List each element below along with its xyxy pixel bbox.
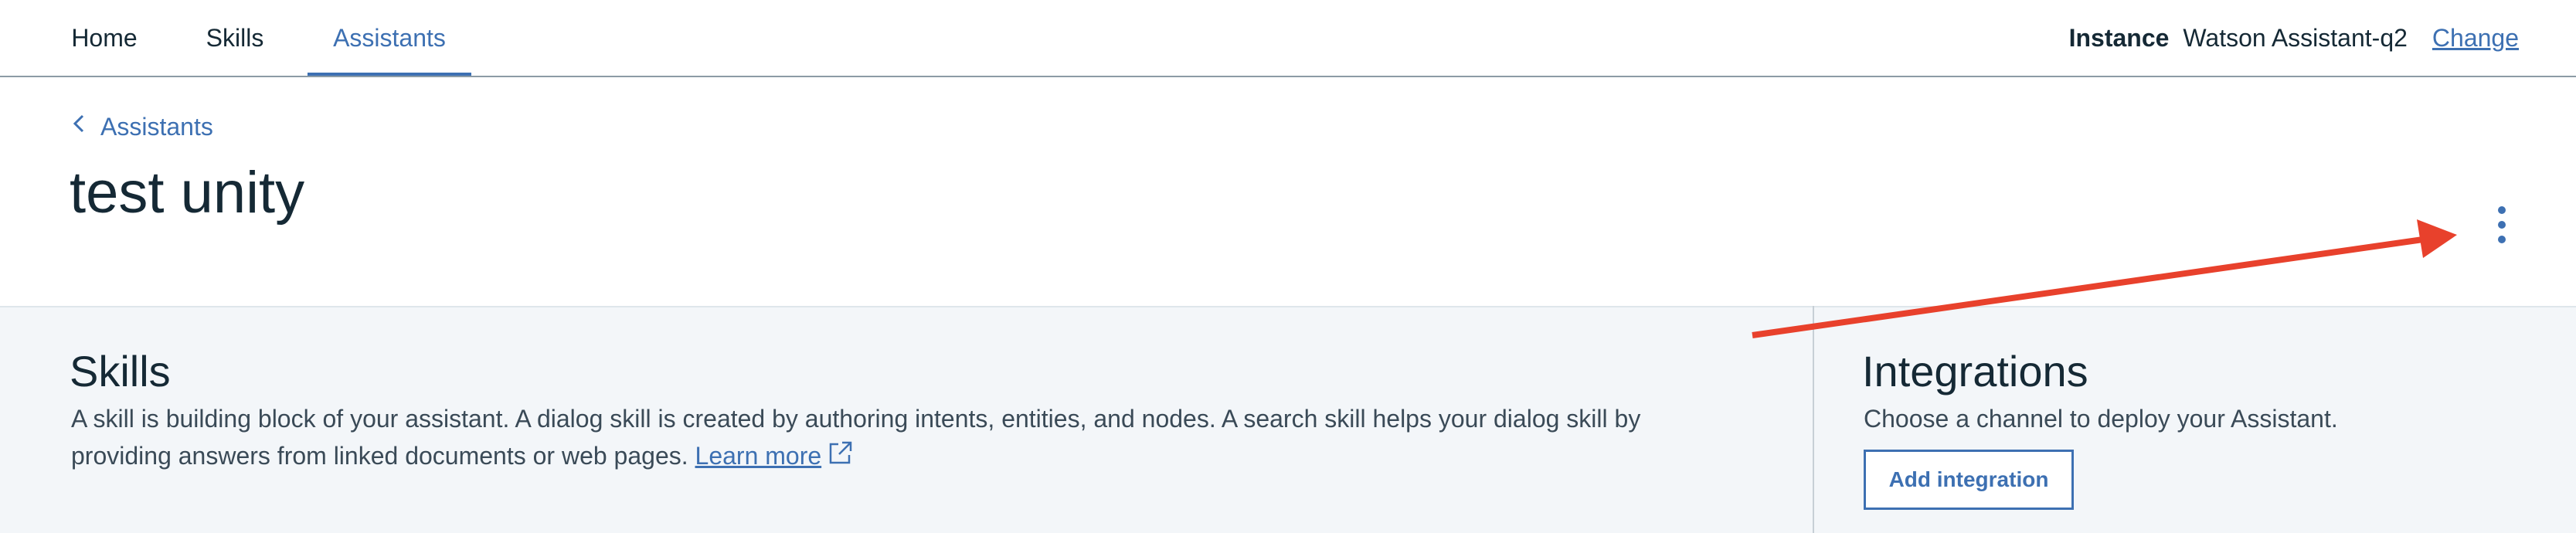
top-navigation: Home Skills Assistants Instance Watson A… bbox=[0, 0, 2576, 77]
skills-description-text: A skill is building block of your assist… bbox=[71, 405, 1641, 470]
external-link-icon[interactable] bbox=[828, 439, 854, 465]
skills-title: Skills bbox=[70, 347, 171, 396]
instance-info: Instance Watson Assistant-q2 Change bbox=[2069, 0, 2519, 76]
add-integration-button[interactable]: Add integration bbox=[1864, 450, 2074, 510]
breadcrumb[interactable]: Assistants bbox=[71, 111, 213, 142]
integrations-description: Choose a channel to deploy your Assistan… bbox=[1864, 405, 2338, 433]
chevron-left-icon bbox=[71, 112, 87, 141]
change-instance-link[interactable]: Change bbox=[2432, 24, 2519, 53]
learn-more-link[interactable]: Learn more bbox=[695, 442, 822, 470]
breadcrumb-assistants[interactable]: Assistants bbox=[100, 113, 213, 141]
tab-skills[interactable]: Skills bbox=[189, 0, 281, 76]
page-title: test unity bbox=[70, 160, 305, 226]
instance-label: Instance bbox=[2068, 23, 2170, 52]
overflow-menu-vertical-icon[interactable] bbox=[2486, 199, 2517, 253]
tab-assistants[interactable]: Assistants bbox=[308, 0, 471, 76]
skills-description: A skill is building block of your assist… bbox=[71, 400, 1725, 474]
instance-value: Watson Assistant-q2 bbox=[2183, 23, 2408, 52]
panel-divider bbox=[1813, 306, 1814, 533]
tab-home[interactable]: Home bbox=[56, 0, 153, 76]
integrations-title: Integrations bbox=[1862, 347, 2088, 396]
